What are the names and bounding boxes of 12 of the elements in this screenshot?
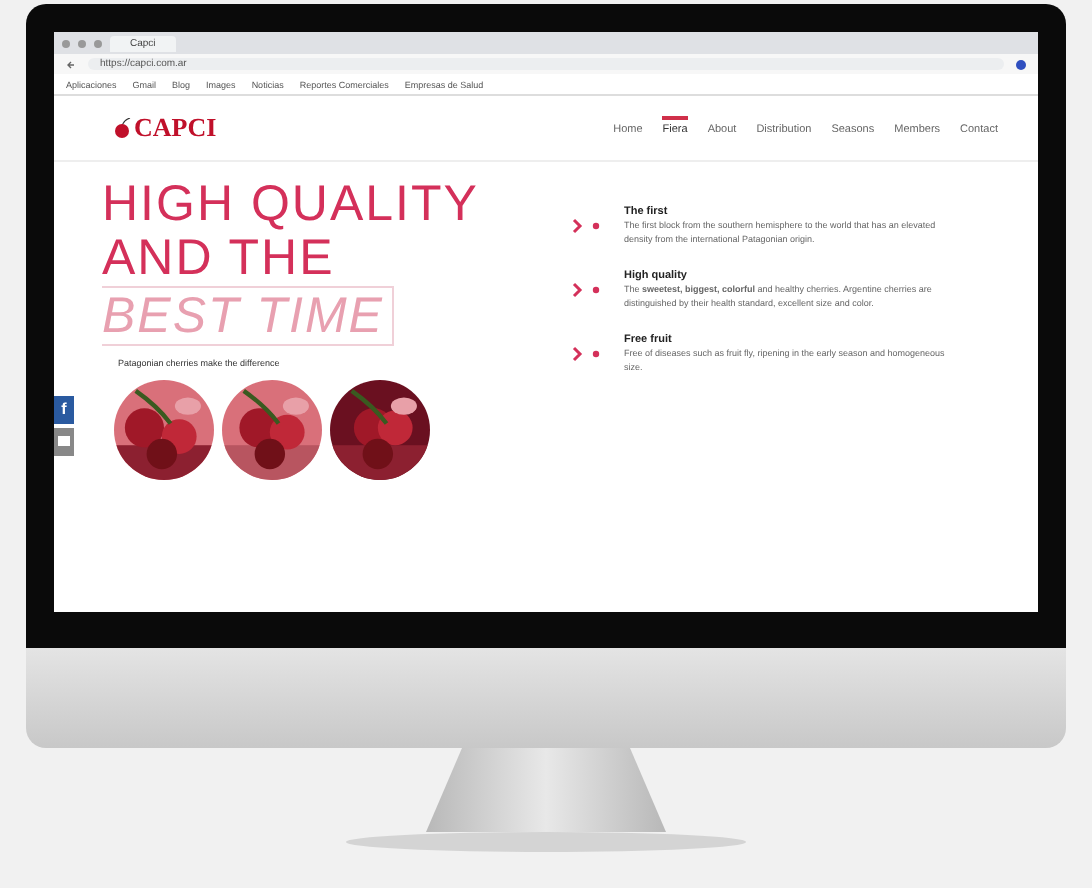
chevron-dot-icon: [572, 346, 604, 362]
profile-icon[interactable]: [1016, 59, 1026, 69]
mail-button[interactable]: [54, 427, 74, 455]
chevron-dot-icon: [572, 218, 604, 234]
back-icon[interactable]: [66, 59, 76, 69]
hero-heading: AND THE: [102, 232, 337, 286]
hero-subheading: BEST TIME: [102, 286, 394, 346]
mail-icon: [58, 436, 70, 446]
hero-heading: HIGH QUALITY: [102, 178, 479, 232]
facebook-button[interactable]: f: [54, 395, 74, 423]
chevron-dot-icon: [572, 282, 604, 298]
logo[interactable]: CAPCI: [114, 112, 217, 144]
